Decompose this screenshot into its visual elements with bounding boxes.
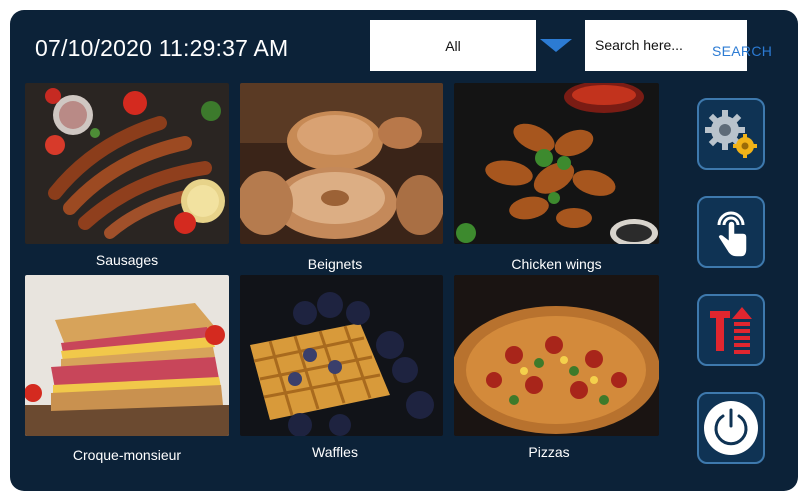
search-button[interactable]: SEARCH	[712, 43, 772, 59]
power-icon	[704, 401, 758, 455]
touch-hand-icon	[717, 211, 748, 258]
menu-item-label: Croque-monsieur	[72, 447, 182, 463]
menu-item-label: Waffles	[312, 444, 358, 460]
text-size-icon	[710, 307, 752, 354]
beignets-image	[240, 83, 443, 244]
settings-gears-icon	[705, 110, 757, 158]
waffles-image	[240, 275, 443, 436]
search-placeholder: Search here...	[595, 37, 683, 53]
menu-item-label: Pizzas	[528, 444, 570, 460]
menu-item-label: Beignets	[307, 256, 363, 272]
text-size-button[interactable]	[697, 294, 765, 366]
app-frame: 07/10/2020 11:29:37 AM All Search here..…	[10, 10, 798, 491]
chicken-wings-image	[454, 83, 659, 244]
menu-tile-pizzas[interactable]	[454, 275, 659, 436]
menu-tile-croque-monsieur[interactable]	[25, 275, 229, 436]
power-button[interactable]	[697, 392, 765, 464]
croque-monsieur-image	[25, 275, 229, 436]
menu-tile-chicken-wings[interactable]	[454, 83, 659, 244]
category-select[interactable]: All	[370, 20, 536, 71]
touch-button[interactable]	[697, 196, 765, 268]
menu-tile-beignets[interactable]	[240, 83, 443, 244]
menu-item-label: Sausages	[95, 252, 159, 268]
menu-tile-sausages[interactable]	[25, 83, 229, 244]
category-select-value: All	[445, 37, 461, 54]
chevron-down-icon[interactable]	[540, 39, 572, 52]
sausages-image	[25, 83, 229, 244]
menu-item-label: Chicken wings	[511, 256, 602, 272]
menu-tile-waffles[interactable]	[240, 275, 443, 436]
datetime-display: 07/10/2020 11:29:37 AM	[35, 35, 289, 61]
settings-button[interactable]	[697, 98, 765, 170]
pizzas-image	[454, 275, 659, 436]
